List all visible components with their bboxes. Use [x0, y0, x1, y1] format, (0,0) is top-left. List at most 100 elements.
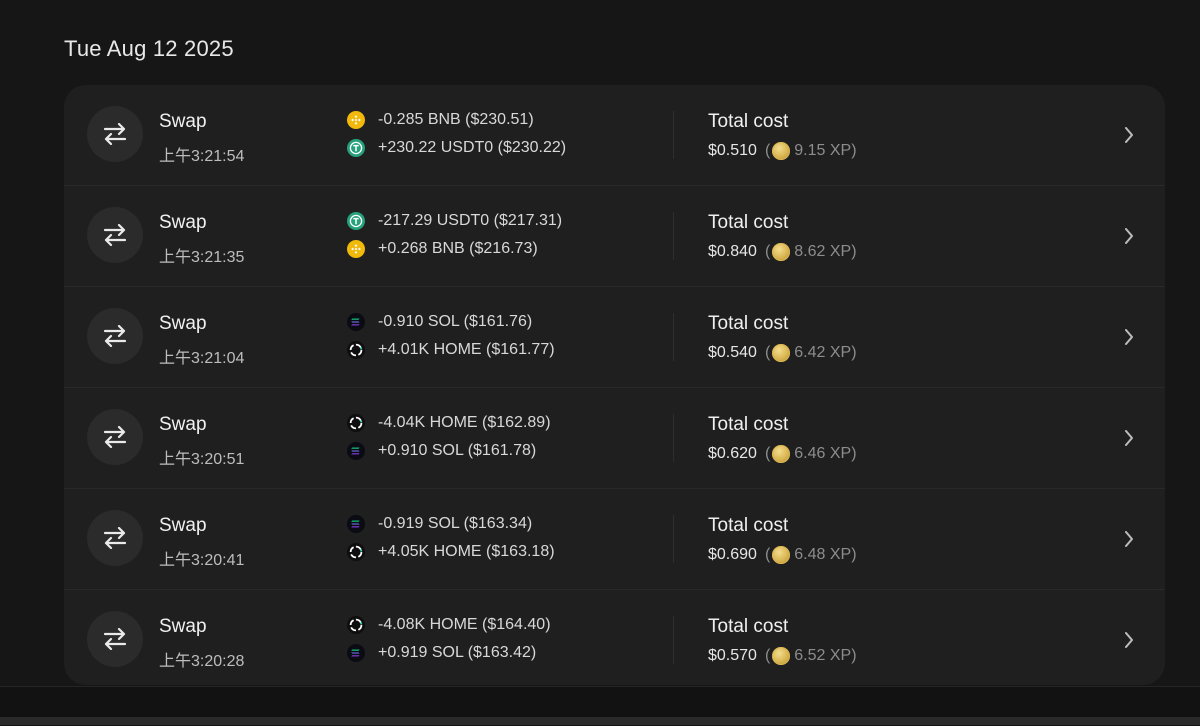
- xp-coin-icon: [772, 546, 791, 564]
- cost-title: Total cost: [708, 111, 789, 132]
- asset-out: -0.910 SOL ($161.76): [347, 313, 532, 331]
- transaction-row[interactable]: Swap 上午3:20:51 -4.04K HOME ($162.89) +0.…: [64, 388, 1165, 489]
- xp-value: 6.48 XP: [794, 546, 852, 563]
- column-divider: [673, 212, 674, 260]
- sol-token-icon: [347, 515, 365, 533]
- transaction-type: Swap: [159, 515, 207, 536]
- column-divider: [673, 515, 674, 563]
- home-token-icon: [347, 543, 365, 561]
- chevron-right-icon[interactable]: [1119, 428, 1139, 448]
- cost-value: $0.620: [708, 445, 757, 462]
- swap-icon: [87, 611, 143, 667]
- asset-in: +230.22 USDT0 ($230.22): [347, 139, 566, 157]
- cost-line: $0.620 ( 6.46 XP ): [708, 445, 857, 463]
- transaction-time: 上午3:20:51: [159, 451, 245, 468]
- asset-in-text: +230.22 USDT0 ($230.22): [378, 139, 567, 156]
- asset-out: -0.285 BNB ($230.51): [347, 111, 534, 129]
- transaction-row[interactable]: Swap 上午3:21:35 -217.29 USDT0 ($217.31) +…: [64, 186, 1165, 287]
- cost-value: $0.510: [708, 142, 757, 159]
- asset-out-text: -217.29 USDT0 ($217.31): [378, 212, 563, 229]
- xp-value: 6.46 XP: [794, 445, 852, 462]
- xp-value: 8.62 XP: [794, 243, 852, 260]
- cost-line: $0.690 ( 6.48 XP ): [708, 546, 857, 564]
- swap-icon: [87, 106, 143, 162]
- home-token-icon: [347, 616, 365, 634]
- transaction-time: 上午3:20:41: [159, 552, 245, 569]
- sol-token-icon: [347, 644, 365, 662]
- xp-value: 6.52 XP: [794, 647, 852, 664]
- swap-icon: [87, 510, 143, 566]
- asset-out-text: -0.910 SOL ($161.76): [378, 313, 533, 330]
- swap-icon: [87, 207, 143, 263]
- asset-in: +4.01K HOME ($161.77): [347, 341, 555, 359]
- bnb-token-icon: [347, 240, 365, 258]
- column-divider: [673, 616, 674, 664]
- transaction-type: Swap: [159, 414, 207, 435]
- column-divider: [673, 313, 674, 361]
- transaction-list: Swap 上午3:21:54 -0.285 BNB ($230.51) +230…: [64, 85, 1165, 685]
- cost-line: $0.540 ( 6.42 XP ): [708, 344, 857, 362]
- swap-icon: [87, 409, 143, 465]
- transaction-row[interactable]: Swap 上午3:21:04 -0.910 SOL ($161.76) +4.0…: [64, 287, 1165, 388]
- cost-line: $0.510 ( 9.15 XP ): [708, 142, 857, 160]
- cost-value: $0.840: [708, 243, 757, 260]
- home-token-icon: [347, 341, 365, 359]
- cost-line: $0.570 ( 6.52 XP ): [708, 647, 857, 665]
- bottom-strip: [0, 717, 1200, 725]
- date-heading: Tue Aug 12 2025: [64, 36, 234, 61]
- cost-value: $0.540: [708, 344, 757, 361]
- transaction-type: Swap: [159, 212, 207, 233]
- sol-token-icon: [347, 442, 365, 460]
- transaction-time: 上午3:21:35: [159, 249, 245, 266]
- asset-out: -0.919 SOL ($163.34): [347, 515, 532, 533]
- home-token-icon: [347, 414, 365, 432]
- asset-in-text: +0.919 SOL ($163.42): [378, 644, 537, 661]
- usdt0-token-icon: [347, 139, 365, 157]
- cost-title: Total cost: [708, 515, 789, 536]
- usdt0-token-icon: [347, 212, 365, 230]
- chevron-right-icon[interactable]: [1119, 630, 1139, 650]
- swap-icon: [87, 308, 143, 364]
- transaction-row[interactable]: Swap 上午3:20:41 -0.919 SOL ($163.34) +4.0…: [64, 489, 1165, 590]
- asset-out-text: -0.919 SOL ($163.34): [378, 515, 533, 532]
- chevron-right-icon[interactable]: [1119, 327, 1139, 347]
- transaction-type: Swap: [159, 313, 207, 334]
- transaction-type: Swap: [159, 616, 207, 637]
- xp-value: 6.42 XP: [794, 344, 852, 361]
- asset-in-text: +4.05K HOME ($163.18): [378, 543, 555, 560]
- xp-value: 9.15 XP: [794, 142, 852, 159]
- cost-title: Total cost: [708, 414, 789, 435]
- asset-out-text: -0.285 BNB ($230.51): [378, 111, 534, 128]
- column-divider: [673, 414, 674, 462]
- asset-out: -217.29 USDT0 ($217.31): [347, 212, 562, 230]
- chevron-right-icon[interactable]: [1119, 226, 1139, 246]
- asset-in: +0.919 SOL ($163.42): [347, 644, 536, 662]
- bnb-token-icon: [347, 111, 365, 129]
- asset-out-text: -4.04K HOME ($162.89): [378, 414, 551, 431]
- asset-out: -4.04K HOME ($162.89): [347, 414, 551, 432]
- xp-coin-icon: [772, 647, 791, 665]
- xp-coin-icon: [772, 445, 791, 463]
- cost-line: $0.840 ( 8.62 XP ): [708, 243, 857, 261]
- cost-title: Total cost: [708, 212, 789, 233]
- cost-value: $0.690: [708, 546, 757, 563]
- cost-value: $0.570: [708, 647, 757, 664]
- transaction-row[interactable]: Swap 上午3:20:28 -4.08K HOME ($164.40) +0.…: [64, 590, 1165, 685]
- transaction-time: 上午3:20:28: [159, 653, 245, 670]
- asset-in: +0.268 BNB ($216.73): [347, 240, 538, 258]
- column-divider: [673, 111, 674, 159]
- asset-in-text: +0.910 SOL ($161.78): [378, 442, 537, 459]
- cost-title: Total cost: [708, 313, 789, 334]
- asset-in-text: +0.268 BNB ($216.73): [378, 240, 538, 257]
- sol-token-icon: [347, 313, 365, 331]
- xp-coin-icon: [772, 243, 791, 261]
- chevron-right-icon[interactable]: [1119, 529, 1139, 549]
- cost-title: Total cost: [708, 616, 789, 637]
- asset-in: +4.05K HOME ($163.18): [347, 543, 555, 561]
- transaction-time: 上午3:21:04: [159, 350, 245, 367]
- transaction-time: 上午3:21:54: [159, 148, 245, 165]
- asset-out-text: -4.08K HOME ($164.40): [378, 616, 551, 633]
- xp-coin-icon: [772, 344, 791, 362]
- transaction-row[interactable]: Swap 上午3:21:54 -0.285 BNB ($230.51) +230…: [64, 85, 1165, 186]
- chevron-right-icon[interactable]: [1119, 125, 1139, 145]
